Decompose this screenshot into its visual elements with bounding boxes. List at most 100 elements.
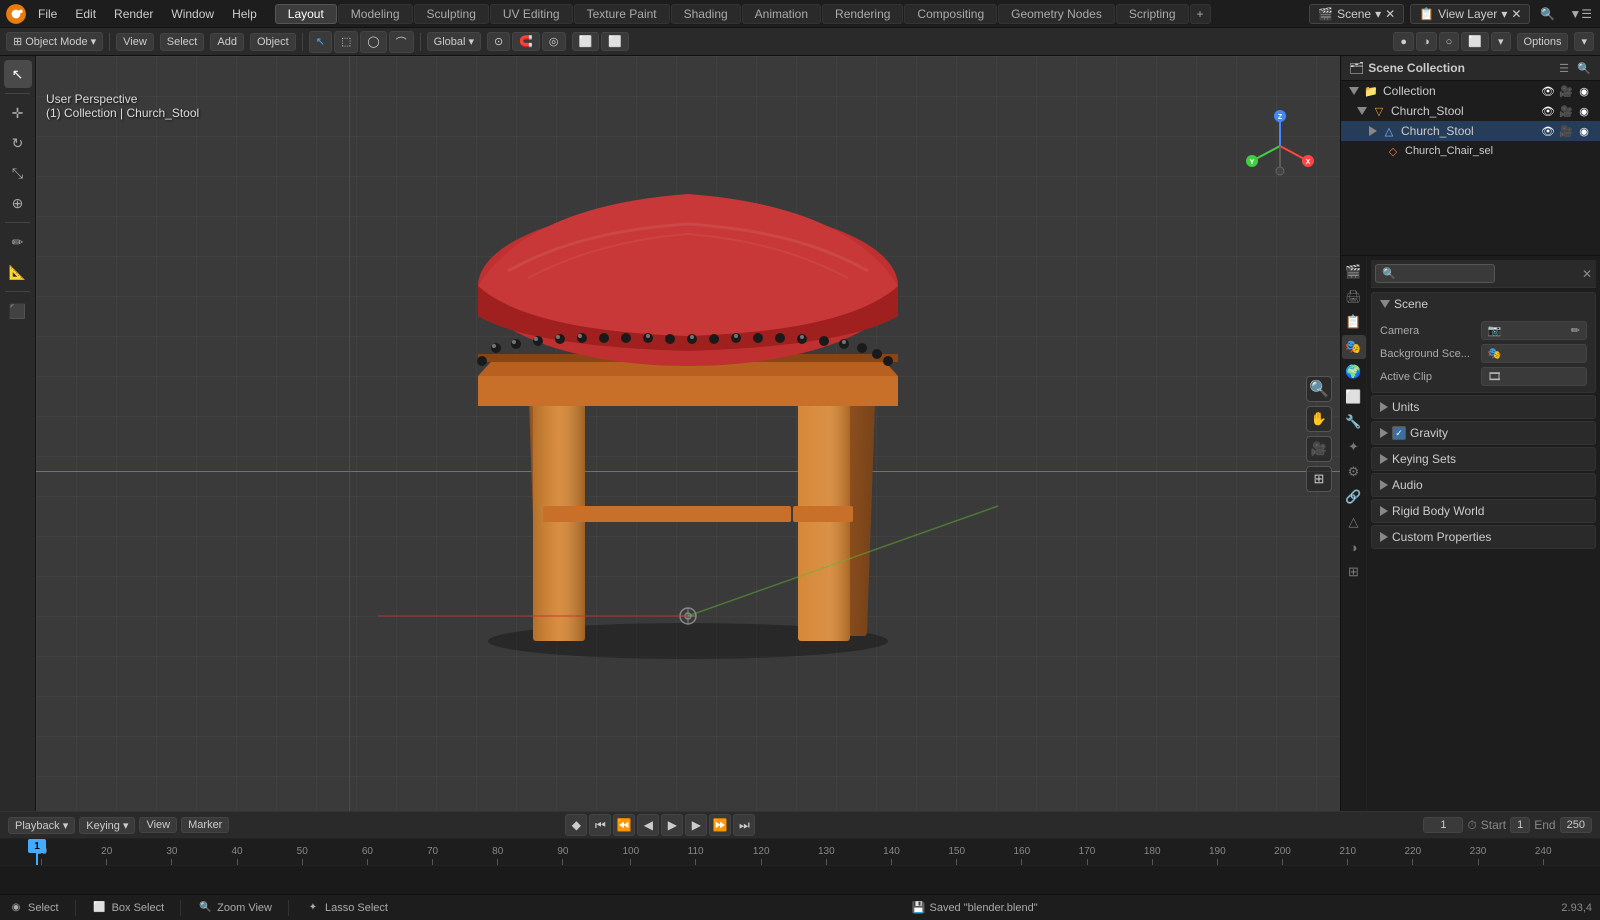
proportional-btn[interactable]: ◎ [542,32,566,51]
texture-props-icon[interactable]: ⊞ [1342,560,1366,584]
constraints-props-icon[interactable]: 🔗 [1342,485,1366,509]
measure-btn[interactable]: 📐 [4,258,32,286]
tab-layout[interactable]: Layout [275,4,337,24]
add-workspace-tab[interactable]: + [1190,4,1211,24]
menu-edit[interactable]: Edit [67,5,104,23]
marker-menu[interactable]: Marker [181,817,229,833]
outliner-item-church-stool-mesh[interactable]: △ Church_Stool 👁 🎥 ◉ [1341,121,1600,141]
world-props-icon[interactable]: 🌍 [1342,360,1366,384]
modifier-props-icon[interactable]: 🔧 [1342,410,1366,434]
object-menu[interactable]: Object [250,33,296,51]
props-search-input[interactable]: 🔍 [1375,264,1495,283]
scene-selector[interactable]: 🎬 Scene ▾ ✕ [1309,4,1404,24]
add-menu[interactable]: Add [210,33,244,51]
select-box-tool[interactable]: ⬚ [334,31,358,53]
prev-frame-btn[interactable]: ◀ [637,814,659,836]
visibility-eye-icon[interactable]: 👁 [1540,83,1556,99]
select-circle-tool[interactable]: ◯ [360,31,386,53]
tab-shading[interactable]: Shading [671,4,741,24]
scene-section-header[interactable]: Scene [1372,293,1595,315]
playback-menu[interactable]: Playback ▾ [8,817,75,834]
select-menu[interactable]: Select [160,33,205,51]
tab-texture-paint[interactable]: Texture Paint [574,4,670,24]
tab-sculpting[interactable]: Sculpting [414,4,489,24]
mesh-camera-icon[interactable]: 🎥 [1558,123,1574,139]
view-layer-close-icon[interactable]: ✕ [1511,7,1521,21]
keying-menu[interactable]: Keying ▾ [79,817,135,834]
group-select-icon[interactable]: ◉ [1576,103,1592,119]
cursor-tool-btn[interactable]: ↖ [4,60,32,88]
camera-view-btn[interactable]: 🎥 [1306,436,1332,462]
camera-value[interactable]: 📷 ✏ [1481,321,1588,340]
object-props-icon[interactable]: ⬜ [1342,385,1366,409]
filter-icon[interactable]: ▼☰ [1565,7,1596,21]
visibility-camera-icon[interactable]: 🎥 [1558,83,1574,99]
group-camera-icon[interactable]: 🎥 [1558,103,1574,119]
play-btn[interactable]: ▶ [661,814,683,836]
tab-geometry-nodes[interactable]: Geometry Nodes [998,4,1115,24]
rendered-shading[interactable]: ○ [1439,32,1460,51]
bg-scene-value[interactable]: 🎭 [1481,344,1588,363]
mesh-select-icon[interactable]: ◉ [1576,123,1592,139]
physics-props-icon[interactable]: ⚙ [1342,460,1366,484]
material-shading[interactable]: ◑ [1416,32,1437,51]
scene-close-icon[interactable]: ✕ [1385,7,1395,21]
gravity-header[interactable]: ✓ Gravity [1372,422,1595,444]
tab-scripting[interactable]: Scripting [1116,4,1189,24]
menu-file[interactable]: File [30,5,65,23]
outliner-item-material[interactable]: ◇ Church_Chair_sel [1341,141,1600,161]
particles-props-icon[interactable]: ✦ [1342,435,1366,459]
jump-prev-keyframe-btn[interactable]: ⏪ [613,814,635,836]
material-props-icon[interactable]: ◑ [1342,535,1366,559]
custom-props-header[interactable]: Custom Properties [1372,526,1595,548]
solid-shading[interactable]: ● [1393,32,1414,51]
scene-props-icon[interactable]: 🎭 [1342,335,1366,359]
rotate-tool-btn[interactable]: ↻ [4,129,32,157]
next-frame-btn[interactable]: ▶ [685,814,707,836]
ortho-view-btn[interactable]: ⊞ [1306,466,1332,492]
outliner-filter-btn[interactable]: ☰ [1556,60,1572,76]
tab-rendering[interactable]: Rendering [822,4,903,24]
tab-compositing[interactable]: Compositing [904,4,997,24]
add-cube-btn[interactable]: ⬛ [4,297,32,325]
view-layer-props-icon[interactable]: 📋 [1342,310,1366,334]
keying-sets-header[interactable]: Keying Sets [1372,448,1595,470]
units-header[interactable]: Units [1372,396,1595,418]
jump-start-btn[interactable]: ⏮ [589,814,611,836]
object-data-props-icon[interactable]: △ [1342,510,1366,534]
audio-header[interactable]: Audio [1372,474,1595,496]
zoom-in-btn[interactable]: 🔍 [1306,376,1332,402]
render-props-icon[interactable]: 🎬 [1342,260,1366,284]
object-mode-selector[interactable]: ⊞ Object Mode ▾ [6,32,103,51]
tab-uv-editing[interactable]: UV Editing [490,4,573,24]
shading-options[interactable]: ▾ [1491,32,1511,51]
menu-render[interactable]: Render [106,5,161,23]
pivot-btn[interactable]: ⊙ [487,32,510,51]
select-lasso-tool[interactable]: ⌒ [389,31,414,53]
menu-window[interactable]: Window [163,5,222,23]
tab-animation[interactable]: Animation [742,4,821,24]
snap-btn[interactable]: 🧲 [512,32,540,51]
options-dropdown[interactable]: ▾ [1574,32,1594,51]
camera-edit-icon[interactable]: ✏ [1571,324,1580,337]
output-props-icon[interactable]: 🖨 [1342,285,1366,309]
mesh-eye-icon[interactable]: 👁 [1540,123,1556,139]
gravity-checkbox[interactable]: ✓ [1392,426,1406,440]
view-layer-selector[interactable]: 📋 View Layer ▾ ✕ [1410,4,1530,24]
search-icon[interactable]: 🔍 [1536,7,1559,21]
props-close-btn[interactable]: ✕ [1582,267,1592,281]
options-btn[interactable]: Options [1517,33,1569,51]
tab-modeling[interactable]: Modeling [338,4,413,24]
start-frame-input[interactable]: 1 [1510,817,1530,833]
scale-tool-btn[interactable]: ⤡ [4,159,32,187]
visibility-select-icon[interactable]: ◉ [1576,83,1592,99]
xray-btn[interactable]: ⬜ [601,32,629,51]
transform-global[interactable]: Global ▾ [427,32,481,51]
jump-next-keyframe-btn[interactable]: ⏩ [709,814,731,836]
move-tool-btn[interactable]: ✛ [4,99,32,127]
jump-end-btn[interactable]: ⏭ [733,814,755,836]
outliner-item-church-stool-group[interactable]: ▽ Church_Stool 👁 🎥 ◉ [1341,101,1600,121]
3d-viewport[interactable]: User Perspective (1) Collection | Church… [36,56,1340,811]
active-clip-value[interactable]: 🎞 [1481,367,1588,386]
group-eye-icon[interactable]: 👁 [1540,103,1556,119]
